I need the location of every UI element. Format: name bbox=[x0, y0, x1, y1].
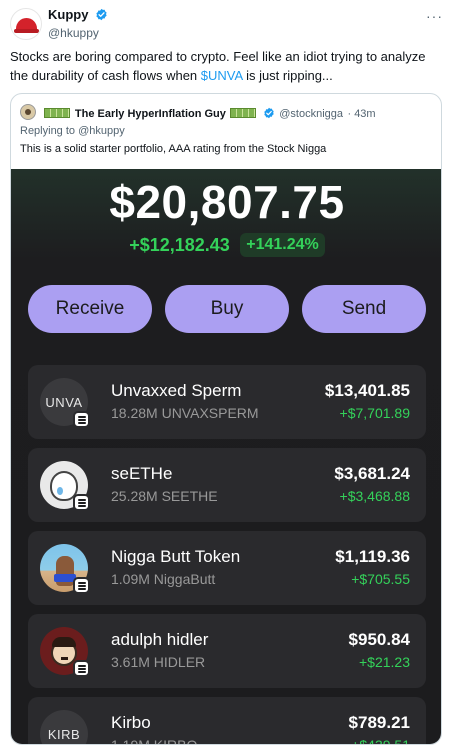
asset-row[interactable]: UNVA Unvaxxed Sperm 18.28M UNVAXSPERM $1… bbox=[28, 365, 426, 439]
asset-value: $13,401.85 bbox=[324, 381, 410, 400]
quote-author-avatar[interactable] bbox=[20, 104, 36, 120]
balance-change: +$12,182.43 +141.24% bbox=[11, 233, 441, 257]
asset-amount: 18.28M UNVAXSPERM bbox=[111, 405, 259, 421]
author-handle[interactable]: @hkuppy bbox=[48, 26, 108, 40]
balance-change-amount: +$12,182.43 bbox=[129, 234, 230, 255]
asset-name: Nigga Butt Token bbox=[111, 547, 241, 566]
quoted-post-card[interactable]: The Early HyperInflation Guy @stocknigga… bbox=[10, 93, 442, 745]
wallet-screenshot: $20,807.75 +$12,182.43 +141.24% Receive … bbox=[11, 169, 441, 745]
post-text: Stocks are boring compared to crypto. Fe… bbox=[10, 47, 445, 85]
asset-change: +$439.51 bbox=[351, 737, 410, 745]
asset-value: $1,119.36 bbox=[335, 547, 410, 566]
quote-author-handle[interactable]: @stocknigga bbox=[279, 108, 343, 120]
asset-name: seETHe bbox=[111, 464, 173, 483]
asset-change: +$21.23 bbox=[359, 654, 410, 670]
wallet-actions: Receive Buy Send bbox=[28, 285, 426, 333]
solana-chain-icon bbox=[73, 411, 90, 428]
asset-row[interactable]: adulph hidler 3.61M HIDLER $950.84 +$21.… bbox=[28, 614, 426, 688]
asset-name: Kirbo bbox=[111, 713, 151, 732]
buy-button[interactable]: Buy bbox=[165, 285, 289, 333]
receive-button[interactable]: Receive bbox=[28, 285, 152, 333]
asset-row[interactable]: Nigga Butt Token 1.09M NiggaButt $1,119.… bbox=[28, 531, 426, 605]
verified-badge-icon bbox=[264, 107, 274, 119]
replying-to[interactable]: Replying to @hkuppy bbox=[20, 125, 125, 137]
asset-amount: 1.09M NiggaButt bbox=[111, 571, 216, 587]
cashtag-link[interactable]: $UNVA bbox=[201, 68, 243, 83]
asset-value: $3,681.24 bbox=[334, 464, 410, 483]
asset-amount: 3.61M HIDLER bbox=[111, 654, 206, 670]
balance-change-percent: +141.24% bbox=[240, 233, 325, 257]
more-options-icon[interactable]: ··· bbox=[426, 8, 443, 24]
solana-chain-icon bbox=[73, 494, 90, 511]
solana-chain-icon bbox=[73, 660, 90, 677]
post-header: Kuppy @hkuppy ··· bbox=[10, 6, 443, 42]
asset-amount: 25.28M SEETHE bbox=[111, 488, 218, 504]
author-names: Kuppy @hkuppy bbox=[48, 6, 108, 40]
solana-chain-icon bbox=[73, 577, 90, 594]
asset-value: $950.84 bbox=[348, 630, 410, 649]
token-icon: KIRB bbox=[40, 710, 88, 744]
author-display-name[interactable]: Kuppy bbox=[48, 7, 88, 22]
money-emoji-icon bbox=[230, 108, 257, 118]
quote-timestamp[interactable]: · 43m bbox=[347, 108, 375, 120]
asset-change: +$7,701.89 bbox=[339, 405, 410, 421]
send-button[interactable]: Send bbox=[302, 285, 426, 333]
quote-header: The Early HyperInflation Guy @stocknigga… bbox=[20, 104, 433, 122]
asset-change: +$3,468.88 bbox=[339, 488, 410, 504]
asset-name: Unvaxxed Sperm bbox=[111, 381, 242, 400]
author-avatar[interactable] bbox=[10, 8, 42, 40]
asset-row[interactable]: KIRB Kirbo 1.19M KIRBO $789.21 +$439.51 bbox=[28, 697, 426, 745]
asset-value: $789.21 bbox=[348, 713, 410, 732]
quote-text: This is a solid starter portfolio, AAA r… bbox=[20, 143, 327, 155]
verified-badge-icon bbox=[96, 8, 107, 21]
money-emoji-icon bbox=[44, 108, 71, 118]
asset-row[interactable]: seETHe 25.28M SEETHE $3,681.24 +$3,468.8… bbox=[28, 448, 426, 522]
quote-author-name[interactable]: The Early HyperInflation Guy bbox=[75, 108, 226, 120]
asset-name: adulph hidler bbox=[111, 630, 209, 649]
asset-amount: 1.19M KIRBO bbox=[111, 737, 198, 745]
wallet-balance: $20,807.75 bbox=[109, 176, 345, 228]
asset-change: +$705.55 bbox=[351, 571, 410, 587]
post-text-after: is just ripping... bbox=[242, 68, 333, 83]
